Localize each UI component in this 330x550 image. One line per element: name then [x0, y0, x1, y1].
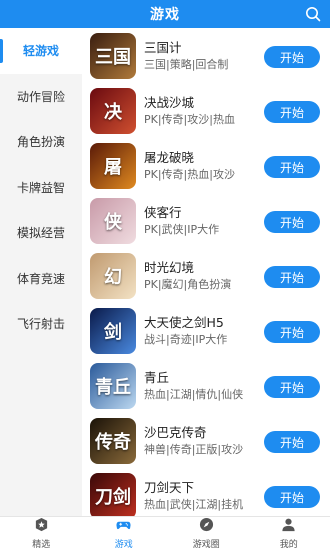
- search-icon[interactable]: [305, 6, 321, 22]
- game-icon-text: 青丘: [95, 376, 131, 398]
- game-row[interactable]: 决决战沙城 PK|传奇|攻沙|热血 开始: [82, 83, 330, 138]
- game-row[interactable]: 侠侠客行 PK|武侠|IP大作 开始: [82, 193, 330, 248]
- game-row[interactable]: 剑大天使之剑H5 战斗|奇迹|IP大作 开始: [82, 303, 330, 358]
- game-icon-text: 三国: [95, 46, 131, 68]
- game-icon-text: 侠: [104, 211, 122, 233]
- tab-item[interactable]: 精选: [0, 517, 83, 550]
- tab-item[interactable]: 我的: [248, 517, 330, 550]
- game-icon-text: 决: [104, 101, 122, 123]
- category-item[interactable]: 模拟经营: [0, 210, 82, 256]
- game-row[interactable]: 屠屠龙破晓 PK|传奇|热血|攻沙 开始: [82, 138, 330, 193]
- tab-label: 精选: [32, 540, 51, 550]
- start-button[interactable]: 开始: [264, 376, 320, 398]
- game-row[interactable]: 三国 三国计 三国|策略|回合制 开始: [82, 28, 330, 83]
- game-row[interactable]: 青丘 青丘 热血|江湖|情仇|仙侠 开始: [82, 358, 330, 413]
- category-item[interactable]: 轻游戏: [0, 28, 82, 74]
- game-icon-text: 剑: [104, 321, 122, 343]
- game-icon[interactable]: 刀剑: [90, 472, 136, 516]
- category-sidebar: 轻游戏 动作冒险 角色扮演 卡牌益智 模拟经营 体育竞速 飞行射击: [0, 28, 82, 516]
- game-icon-text: 屠: [104, 156, 122, 178]
- game-row[interactable]: 刀剑 刀剑天下 热血|武侠|江湖|挂机 开始: [82, 468, 330, 516]
- game-icon-text: 传奇: [95, 431, 131, 453]
- bottom-tab-bar: 精选 游戏 游戏圈 我的: [0, 516, 330, 550]
- category-item[interactable]: 角色扮演: [0, 119, 82, 165]
- category-item[interactable]: 卡牌益智: [0, 165, 82, 211]
- game-icon[interactable]: 剑: [90, 307, 136, 354]
- game-row[interactable]: 幻时光幻境 PK|魔幻|角色扮演 开始: [82, 248, 330, 303]
- game-icon-text: 幻: [104, 266, 122, 288]
- start-button[interactable]: 开始: [264, 321, 320, 343]
- start-button[interactable]: 开始: [264, 46, 320, 68]
- start-button[interactable]: 开始: [264, 211, 320, 233]
- start-button[interactable]: 开始: [264, 156, 320, 178]
- game-icon[interactable]: 决: [90, 87, 136, 134]
- category-item[interactable]: 体育竞速: [0, 256, 82, 302]
- start-button[interactable]: 开始: [264, 486, 320, 508]
- tab-item[interactable]: 游戏: [83, 517, 166, 550]
- game-icon[interactable]: 传奇: [90, 417, 136, 464]
- game-icon[interactable]: 三国: [90, 32, 136, 79]
- star-badge-icon: [34, 517, 49, 536]
- tab-label: 我的: [279, 540, 298, 550]
- start-button[interactable]: 开始: [264, 101, 320, 123]
- start-button[interactable]: 开始: [264, 266, 320, 288]
- compass-icon: [199, 517, 214, 536]
- game-icon[interactable]: 侠: [90, 197, 136, 244]
- game-icon[interactable]: 幻: [90, 252, 136, 299]
- gamepad-icon: [116, 517, 131, 536]
- category-item[interactable]: 动作冒险: [0, 74, 82, 120]
- category-item[interactable]: 飞行射击: [0, 301, 82, 347]
- tab-item[interactable]: 游戏圈: [165, 517, 248, 550]
- game-icon[interactable]: 青丘: [90, 362, 136, 409]
- tab-label: 游戏: [114, 540, 133, 550]
- game-row[interactable]: 传奇 沙巴克传奇 神兽|传奇|正版|攻沙 开始: [82, 413, 330, 468]
- page-title: 游戏: [150, 7, 180, 23]
- start-button[interactable]: 开始: [264, 431, 320, 453]
- game-icon[interactable]: 屠: [90, 142, 136, 189]
- user-icon: [281, 517, 296, 536]
- tab-label: 游戏圈: [192, 540, 220, 550]
- top-bar: 游戏: [0, 0, 330, 28]
- game-list: 三国 三国计 三国|策略|回合制 开始决决战沙城 PK|传奇|攻沙|热血 开始屠屠龙破晓 P…: [82, 28, 330, 516]
- game-icon-text: 刀剑: [95, 486, 131, 508]
